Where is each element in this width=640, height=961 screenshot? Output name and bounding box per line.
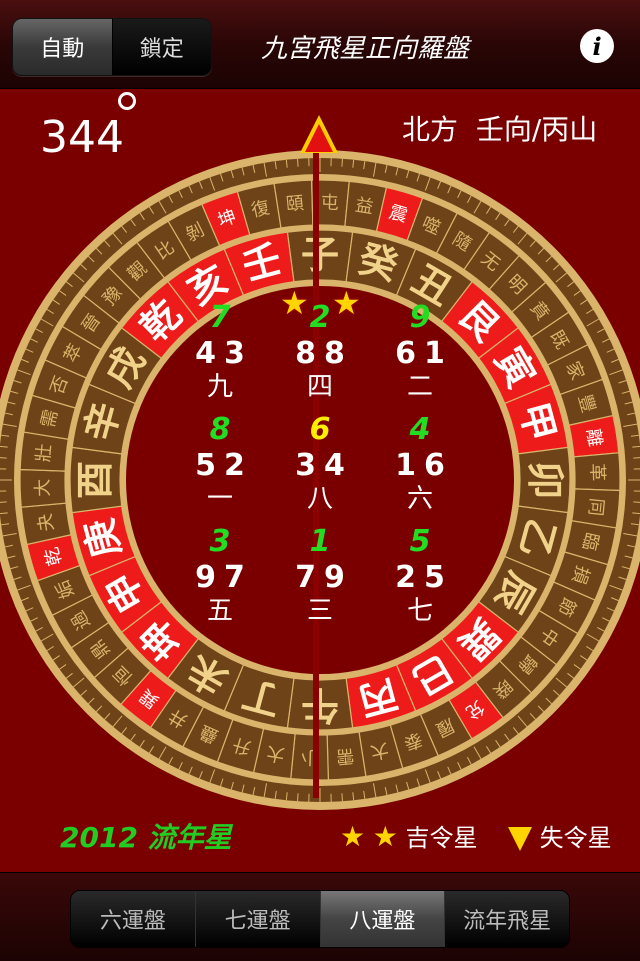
year-star-label: 2012 流年星 [60,816,232,856]
hexagram-label: 同 [584,497,607,517]
auto-mode-button[interactable]: 自動 [13,19,113,75]
mountain-water-stars: 16 [370,448,470,484]
hexagram-label: 革 [586,463,607,482]
bad-star-legend: 失令星 [508,818,612,853]
tab-6th-period[interactable]: 六運盤 [71,891,196,947]
mountain-label: 子 [301,233,339,277]
annual-star: 9 [370,300,470,336]
period-star: 一 [170,484,270,514]
period-star: 九 [170,372,270,402]
tab-annual-flying-star[interactable]: 流年飛星 [445,891,569,947]
good-star-text: 吉令星 [406,824,478,852]
period-star: 二 [370,372,470,402]
mountain-water-stars: 25 [370,560,470,596]
annual-star: 1 [270,524,370,560]
palace-cell: 416六 [370,412,470,514]
bad-star-icon [508,827,532,851]
mountain-water-stars: 88 [270,336,370,372]
period-star: 四 [270,372,370,402]
flying-star-grid: 743九288四961二852一634八416六397五179三525七 [170,300,470,650]
period-star: 八 [270,484,370,514]
palace-cell: 525七 [370,524,470,626]
palace-cell: 288四 [270,300,370,402]
period-star: 三 [270,596,370,626]
annual-star: 8 [170,412,270,448]
tab-7th-period[interactable]: 七運盤 [196,891,321,947]
mountain-label: 酉 [73,461,117,499]
mountain-water-stars: 79 [270,560,370,596]
chart-tabs[interactable]: 六運盤 七運盤 八運盤 流年飛星 [70,890,570,948]
hexagram-label: 需 [335,745,355,768]
period-star: 七 [370,596,470,626]
mountain-water-stars: 34 [270,448,370,484]
annual-star: 4 [370,412,470,448]
hexagram-label: 頤 [285,193,305,216]
period-star: 五 [170,596,270,626]
palace-cell: 961二 [370,300,470,402]
direction-readout: 北方 壬向/丙山 [402,108,597,148]
good-star-icon: ★ [340,820,365,853]
direction-label: 北方 [402,113,458,146]
hexagram-label: 大 [32,478,53,497]
mountain-label: 卯 [523,461,567,499]
annual-star: 5 [370,524,470,560]
top-bar: 自動 鎖定 九宮飛星正向羅盤 i [0,0,640,89]
hexagram-label: 壯 [33,443,56,463]
palace-cell: 179三 [270,524,370,626]
annual-star: 6 [270,412,370,448]
period-star: 六 [370,484,470,514]
lock-mode-button[interactable]: 鎖定 [113,19,212,75]
mountain-water-stars: 52 [170,448,270,484]
mountain-water-stars: 61 [370,336,470,372]
mountain-label: 午 [301,683,339,727]
annual-star: 3 [170,524,270,560]
hexagram-label: 屯 [320,192,339,214]
bad-star-text: 失令星 [540,824,612,852]
hexagram-label: 益 [354,195,375,219]
annual-star: 2 [270,300,370,336]
north-pointer-inner [305,124,333,152]
degree-symbol [118,92,136,110]
palace-cell: 634八 [270,412,370,514]
mountain-water-stars: 43 [170,336,270,372]
mode-segmented-control[interactable]: 自動 鎖定 [12,18,212,76]
palace-cell: 743九 [170,300,270,402]
facing-label: 壬向/丙山 [476,113,597,146]
hexagram-label: 離 [582,427,606,448]
good-star-icon: ★ [373,820,398,853]
app-title: 九宮飛星正向羅盤 [210,28,520,65]
annual-star: 7 [170,300,270,336]
good-star-legend: ★ ★ 吉令星 [340,818,478,853]
palace-cell: 397五 [170,524,270,626]
info-icon[interactable]: i [580,29,614,63]
mountain-water-stars: 97 [170,560,270,596]
tab-8th-period[interactable]: 八運盤 [321,891,446,947]
hexagram-label: 夬 [35,512,59,533]
hexagram-label: 大 [265,742,286,766]
palace-cell: 852一 [170,412,270,514]
